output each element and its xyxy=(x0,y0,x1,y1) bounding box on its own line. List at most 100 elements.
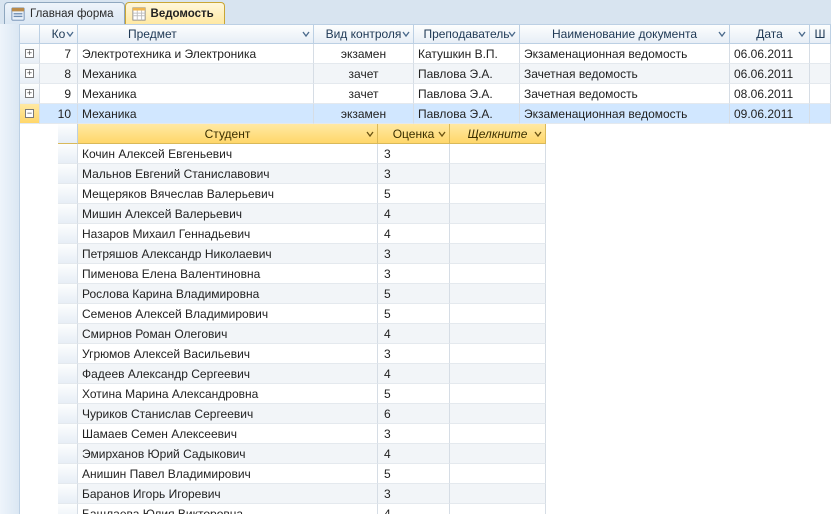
row-selector[interactable] xyxy=(58,224,78,244)
expand-cell[interactable]: + xyxy=(20,84,40,104)
col-click-add[interactable]: Щелкните xyxy=(450,124,546,144)
table-row[interactable]: Баранов Игорь Игоревич3 xyxy=(58,484,831,504)
table-row[interactable]: Пименова Елена Валентиновна3 xyxy=(58,264,831,284)
table-row[interactable]: Анишин Павел Владимирович5 xyxy=(58,464,831,484)
cell-subject[interactable]: Электротехника и Электроника xyxy=(78,44,314,64)
plus-icon[interactable]: + xyxy=(25,49,34,58)
chevron-down-icon[interactable] xyxy=(437,129,447,139)
cell-student[interactable]: Смирнов Роман Олегович xyxy=(78,324,378,344)
cell-student[interactable]: Кочин Алексей Евгеньевич xyxy=(78,144,378,164)
cell-extra[interactable] xyxy=(810,64,831,84)
cell-empty[interactable] xyxy=(450,304,546,324)
table-row[interactable]: +9МеханиказачетПавлова Э.А.Зачетная ведо… xyxy=(20,84,831,104)
cell-code[interactable]: 8 xyxy=(40,64,78,84)
cell-code[interactable]: 7 xyxy=(40,44,78,64)
table-row[interactable]: Семенов Алексей Владимирович5 xyxy=(58,304,831,324)
cell-grade[interactable]: 4 xyxy=(378,364,450,384)
cell-student[interactable]: Пименова Елена Валентиновна xyxy=(78,264,378,284)
table-row[interactable]: Мальнов Евгений Станиславович3 xyxy=(58,164,831,184)
cell-grade[interactable]: 3 xyxy=(378,164,450,184)
row-selector[interactable] xyxy=(58,244,78,264)
col-doc[interactable]: Наименование документа xyxy=(520,24,730,44)
table-row[interactable]: Кочин Алексей Евгеньевич3 xyxy=(58,144,831,164)
plus-icon[interactable]: + xyxy=(25,69,34,78)
row-selector[interactable] xyxy=(58,164,78,184)
row-selector[interactable] xyxy=(58,504,78,514)
expand-cell[interactable]: + xyxy=(20,44,40,64)
row-selector[interactable] xyxy=(58,364,78,384)
cell-doc[interactable]: Экзаменационная ведомость xyxy=(520,104,730,124)
cell-student[interactable]: Хотина Марина Александровна xyxy=(78,384,378,404)
cell-empty[interactable] xyxy=(450,404,546,424)
plus-icon[interactable]: + xyxy=(25,89,34,98)
table-row[interactable]: −10МеханикаэкзаменПавлова Э.А.Экзаменаци… xyxy=(20,104,831,124)
row-selector[interactable] xyxy=(58,444,78,464)
cell-grade[interactable]: 4 xyxy=(378,324,450,344)
cell-student[interactable]: Петряшов Александр Николаевич xyxy=(78,244,378,264)
table-row[interactable]: Фадеев Александр Сергеевич4 xyxy=(58,364,831,384)
cell-control[interactable]: экзамен xyxy=(314,44,414,64)
cell-student[interactable]: Угрюмов Алексей Васильевич xyxy=(78,344,378,364)
cell-grade[interactable]: 5 xyxy=(378,304,450,324)
cell-student[interactable]: Семенов Алексей Владимирович xyxy=(78,304,378,324)
table-row[interactable]: Башлаева Юлия Викторовна4 xyxy=(58,504,831,514)
row-selector[interactable] xyxy=(58,404,78,424)
col-teacher[interactable]: Преподаватель xyxy=(414,24,520,44)
chevron-down-icon[interactable] xyxy=(65,29,75,39)
col-date[interactable]: Дата xyxy=(730,24,810,44)
col-code[interactable]: Ко xyxy=(40,24,78,44)
minus-icon[interactable]: − xyxy=(25,109,34,118)
table-row[interactable]: Мещеряков Вячеслав Валерьевич5 xyxy=(58,184,831,204)
row-selector[interactable] xyxy=(58,424,78,444)
row-selector[interactable] xyxy=(58,304,78,324)
table-row[interactable]: Смирнов Роман Олегович4 xyxy=(58,324,831,344)
cell-grade[interactable]: 3 xyxy=(378,244,450,264)
cell-empty[interactable] xyxy=(450,144,546,164)
tab-main-form[interactable]: Главная форма xyxy=(4,2,125,24)
cell-empty[interactable] xyxy=(450,184,546,204)
table-row[interactable]: Угрюмов Алексей Васильевич3 xyxy=(58,344,831,364)
cell-student[interactable]: Назаров Михаил Геннадьевич xyxy=(78,224,378,244)
expand-cell[interactable]: − xyxy=(20,104,40,124)
cell-date[interactable]: 09.06.2011 xyxy=(730,104,810,124)
cell-teacher[interactable]: Катушкин В.П. xyxy=(414,44,520,64)
row-selector[interactable] xyxy=(58,344,78,364)
cell-teacher[interactable]: Павлова Э.А. xyxy=(414,64,520,84)
cell-date[interactable]: 08.06.2011 xyxy=(730,84,810,104)
cell-grade[interactable]: 5 xyxy=(378,184,450,204)
cell-code[interactable]: 10 xyxy=(40,104,78,124)
row-selector[interactable] xyxy=(58,384,78,404)
cell-student[interactable]: Рослова Карина Владимировна xyxy=(78,284,378,304)
cell-extra[interactable] xyxy=(810,84,831,104)
cell-empty[interactable] xyxy=(450,504,546,514)
cell-grade[interactable]: 3 xyxy=(378,344,450,364)
chevron-down-icon[interactable] xyxy=(365,129,375,139)
table-row[interactable]: Мишин Алексей Валерьевич4 xyxy=(58,204,831,224)
cell-empty[interactable] xyxy=(450,264,546,284)
cell-empty[interactable] xyxy=(450,384,546,404)
cell-control[interactable]: зачет xyxy=(314,84,414,104)
cell-student[interactable]: Чуриков Станислав Сергеевич xyxy=(78,404,378,424)
cell-empty[interactable] xyxy=(450,344,546,364)
cell-grade[interactable]: 3 xyxy=(378,144,450,164)
cell-student[interactable]: Эмирханов Юрий Садыкович xyxy=(78,444,378,464)
cell-doc[interactable]: Зачетная ведомость xyxy=(520,84,730,104)
cell-subject[interactable]: Механика xyxy=(78,64,314,84)
cell-grade[interactable]: 5 xyxy=(378,284,450,304)
cell-empty[interactable] xyxy=(450,364,546,384)
col-grade[interactable]: Оценка xyxy=(378,124,450,144)
cell-student[interactable]: Мещеряков Вячеслав Валерьевич xyxy=(78,184,378,204)
cell-student[interactable]: Шамаев Семен Алексеевич xyxy=(78,424,378,444)
col-subject[interactable]: Предмет xyxy=(78,24,314,44)
row-selector[interactable] xyxy=(58,464,78,484)
cell-student[interactable]: Фадеев Александр Сергеевич xyxy=(78,364,378,384)
row-selector[interactable] xyxy=(58,144,78,164)
chevron-down-icon[interactable] xyxy=(401,29,411,39)
cell-date[interactable]: 06.06.2011 xyxy=(730,44,810,64)
chevron-down-icon[interactable] xyxy=(301,29,311,39)
cell-grade[interactable]: 5 xyxy=(378,384,450,404)
cell-teacher[interactable]: Павлова Э.А. xyxy=(414,104,520,124)
table-row[interactable]: +7Электротехника и ЭлектроникаэкзаменКат… xyxy=(20,44,831,64)
table-row[interactable]: Петряшов Александр Николаевич3 xyxy=(58,244,831,264)
table-row[interactable]: Чуриков Станислав Сергеевич6 xyxy=(58,404,831,424)
